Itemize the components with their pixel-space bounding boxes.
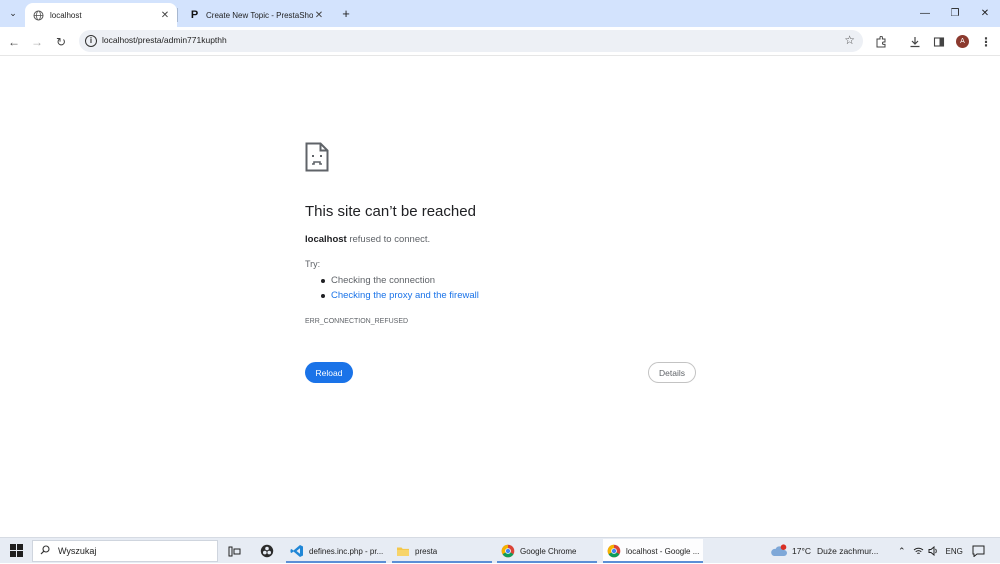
downloads-button[interactable] — [905, 32, 925, 52]
reload-button[interactable]: Reload — [305, 362, 353, 383]
close-icon[interactable]: ✕ — [159, 10, 171, 21]
error-code: ERR_CONNECTION_REFUSED — [305, 318, 409, 325]
app-label: Google Chrome — [520, 546, 577, 556]
app-label: presta — [415, 546, 438, 556]
new-tab-button[interactable]: + — [337, 4, 355, 22]
try-label: Try: — [305, 259, 321, 269]
suggestion-check-connection: Checking the connection — [320, 275, 436, 286]
language-indicator[interactable]: ENG — [946, 547, 963, 556]
cloud-icon — [771, 544, 787, 556]
info-icon[interactable]: i — [85, 35, 97, 47]
window-close-button[interactable]: ✕ — [970, 0, 1000, 27]
url-text[interactable]: localhost/presta/admin771kupthh — [102, 35, 227, 45]
extensions-button[interactable] — [871, 32, 891, 52]
tab-localhost[interactable]: localhost ✕ — [25, 3, 177, 27]
plus-icon: + — [342, 5, 350, 21]
tab-title: localhost — [50, 10, 82, 20]
system-tray: ⌃ ENG — [898, 538, 963, 564]
taskbar-search[interactable]: Wyszukaj — [32, 540, 218, 562]
browser-window: ⌄ localhost ✕ P Create New Topic - Prest… — [0, 0, 1000, 563]
tab-strip: ⌄ localhost ✕ P Create New Topic - Prest… — [0, 0, 1000, 27]
more-vertical-icon: ⋮ — [980, 35, 992, 49]
weather-widget[interactable]: 17°C Duże zachmur... — [770, 538, 878, 564]
search-icon — [40, 545, 50, 555]
taskbar-app-chrome[interactable]: Google Chrome — [497, 539, 597, 563]
chevron-down-icon: ⌄ — [9, 7, 17, 18]
error-title: This site can’t be reached — [305, 203, 476, 220]
sad-document-icon — [305, 142, 329, 172]
error-description: localhost refused to connect. — [305, 234, 430, 245]
profile-avatar[interactable]: A — [956, 35, 969, 48]
puzzle-icon — [876, 36, 886, 48]
restore-icon: ❐ — [950, 8, 960, 19]
weather-temp: 17°C — [792, 546, 811, 556]
arrow-right-icon: → — [31, 35, 43, 49]
chevron-up-icon[interactable]: ⌃ — [898, 546, 906, 557]
taskbar: Wyszukaj defines.inc.php - pr... presta … — [0, 537, 1000, 563]
download-icon — [910, 37, 920, 48]
minimize-button[interactable]: — — [910, 0, 940, 27]
restore-button[interactable]: ❐ — [940, 0, 970, 27]
arrow-left-icon: ← — [8, 35, 20, 49]
chrome-icon — [607, 544, 621, 558]
obs-icon — [260, 544, 274, 558]
widget-app-button[interactable] — [259, 543, 275, 559]
tab-title: Create New Topic - PrestaShop — [206, 10, 313, 20]
prestashop-icon: P — [190, 9, 199, 21]
back-button[interactable]: ← — [4, 32, 24, 52]
error-host: localhost — [305, 234, 347, 245]
close-icon[interactable]: ✕ — [313, 10, 325, 21]
taskbar-app-localhost[interactable]: localhost - Google ... — [603, 539, 703, 563]
globe-icon — [33, 10, 44, 21]
side-panel-button[interactable] — [929, 32, 949, 52]
task-view-button[interactable] — [226, 543, 242, 559]
volume-icon[interactable] — [928, 546, 939, 556]
search-placeholder: Wyszukaj — [58, 546, 97, 556]
forward-button[interactable]: → — [27, 32, 47, 52]
refresh-icon: ↻ — [55, 35, 67, 49]
side-panel-icon — [933, 37, 945, 47]
app-label: defines.inc.php - pr... — [309, 546, 384, 556]
weather-text: Duże zachmur... — [817, 546, 879, 556]
tab-prestashop[interactable]: P Create New Topic - PrestaShop ✕ — [181, 3, 331, 27]
tab-search-button[interactable]: ⌄ — [4, 4, 22, 22]
refresh-button[interactable]: ↻ — [51, 32, 71, 52]
notifications-button[interactable] — [972, 538, 985, 564]
taskbar-app-vscode[interactable]: defines.inc.php - pr... — [286, 539, 386, 563]
folder-icon — [397, 547, 409, 556]
task-view-icon — [228, 546, 240, 556]
notification-icon — [972, 545, 985, 557]
star-icon[interactable]: ☆ — [844, 33, 855, 47]
vscode-icon — [290, 545, 303, 557]
wifi-icon[interactable] — [913, 546, 924, 556]
details-button[interactable]: Details — [648, 362, 696, 383]
chrome-icon — [501, 544, 515, 558]
tab-divider — [177, 8, 178, 22]
close-icon: ✕ — [980, 8, 990, 19]
app-label: localhost - Google ... — [626, 546, 700, 556]
browser-toolbar: ← → ↻ i localhost/presta/admin771kupthh … — [0, 27, 1000, 56]
suggestion-check-proxy-link[interactable]: Checking the proxy and the firewall — [321, 290, 479, 301]
menu-button[interactable]: ⋮ — [976, 32, 996, 52]
windows-start-icon[interactable] — [10, 544, 23, 557]
taskbar-app-folder[interactable]: presta — [392, 539, 492, 563]
minimize-icon: — — [920, 8, 930, 19]
error-description-text: refused to connect. — [346, 234, 431, 245]
address-bar[interactable]: i localhost/presta/admin771kupthh ☆ — [79, 30, 863, 52]
